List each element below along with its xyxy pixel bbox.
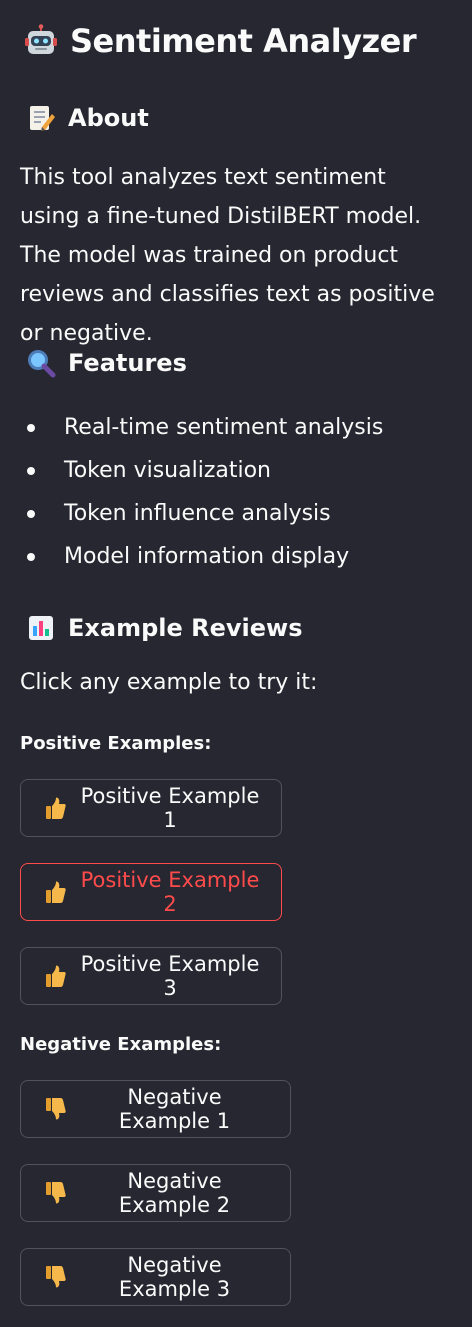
magnifier-icon: [24, 346, 58, 380]
thumbs-down-icon: [45, 1181, 67, 1205]
button-label: Positive Example 3: [80, 952, 260, 1000]
features-heading-label: Features: [68, 349, 187, 377]
memo-icon: [24, 101, 58, 135]
positive-example-1-button[interactable]: Positive Example 1: [20, 779, 282, 837]
thumbs-down-icon: [45, 1097, 67, 1121]
feature-label: Token visualization: [64, 458, 272, 483]
about-text: This tool analyzes text sentiment using …: [20, 165, 435, 346]
button-label: Positive Example 1: [80, 784, 260, 832]
app-title: Sentiment Analyzer: [70, 22, 417, 60]
feature-item: Model information display: [20, 535, 450, 578]
button-label: Negative Example 1: [118, 1085, 231, 1133]
positive-example-3-button[interactable]: Positive Example 3: [20, 947, 282, 1005]
button-label: Negative Example 2: [118, 1169, 231, 1217]
feature-item: Token visualization: [20, 449, 450, 492]
bullet-icon: [27, 466, 35, 475]
feature-item: Token influence analysis: [20, 492, 450, 535]
about-heading: About: [24, 101, 149, 135]
negative-examples-label: Negative Examples:: [20, 1034, 222, 1055]
bullet-icon: [27, 552, 35, 561]
sidebar: Sentiment Analyzer About This tool analy…: [0, 0, 472, 1327]
examples-heading-label: Example Reviews: [68, 614, 303, 642]
negative-example-1-button[interactable]: Negative Example 1: [20, 1080, 291, 1138]
feature-label: Token influence analysis: [64, 501, 331, 526]
feature-label: Real-time sentiment analysis: [64, 415, 384, 440]
page-title: Sentiment Analyzer: [24, 22, 417, 60]
about-heading-label: About: [68, 104, 149, 132]
thumbs-down-icon: [45, 1265, 67, 1289]
button-label: Positive Example 2: [80, 868, 260, 916]
bar-chart-icon: [24, 611, 58, 645]
bullet-icon: [27, 423, 35, 432]
bullet-icon: [27, 509, 35, 518]
positive-example-2-button[interactable]: Positive Example 2: [20, 863, 282, 921]
negative-example-2-button[interactable]: Negative Example 2: [20, 1164, 291, 1222]
thumbs-up-icon: [45, 964, 67, 988]
feature-item: Real-time sentiment analysis: [20, 406, 450, 449]
thumbs-up-icon: [45, 880, 67, 904]
positive-examples-label: Positive Examples:: [20, 733, 212, 754]
button-label: Negative Example 3: [118, 1253, 231, 1301]
features-heading: Features: [24, 346, 187, 380]
negative-example-3-button[interactable]: Negative Example 3: [20, 1248, 291, 1306]
robot-icon: [24, 24, 58, 58]
features-list: Real-time sentiment analysis Token visua…: [20, 406, 450, 578]
thumbs-up-icon: [45, 796, 67, 820]
feature-label: Model information display: [64, 544, 350, 569]
examples-heading: Example Reviews: [24, 611, 302, 645]
examples-hint: Click any example to try it:: [20, 670, 318, 695]
